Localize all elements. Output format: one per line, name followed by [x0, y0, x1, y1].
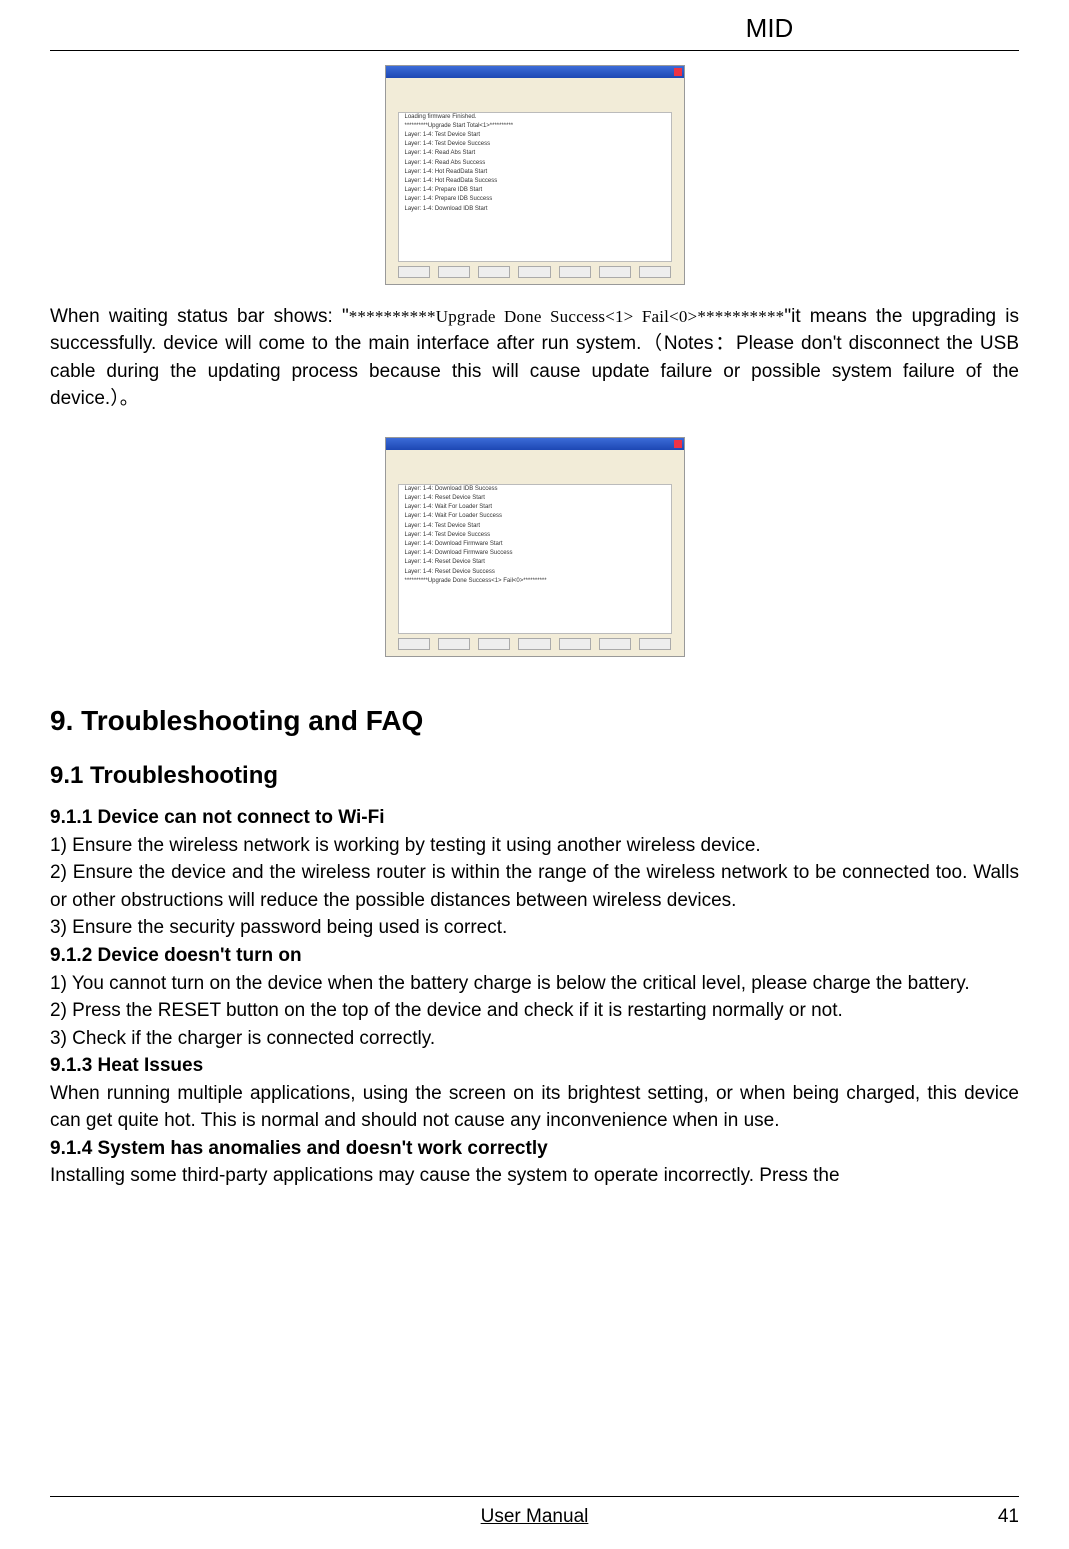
para-prefix: When waiting status bar shows: " — [50, 306, 349, 327]
item-line: Installing some third-party applications… — [50, 1162, 1019, 1190]
item-line: When running multiple applications, usin… — [50, 1080, 1019, 1135]
close-icon — [674, 440, 682, 448]
item-title-9-1-2: 9.1.2 Device doesn't turn on — [50, 945, 302, 966]
window-button — [639, 266, 671, 278]
log-line: Layer: 1-4: Download IDB Success — [399, 485, 671, 494]
log-line: Layer: 1-4: Wait For Loader Success — [399, 512, 671, 521]
window-button — [559, 638, 591, 650]
upgrade-instruction-paragraph: When waiting status bar shows: "********… — [50, 303, 1019, 413]
page-number: 41 — [979, 1503, 1019, 1531]
window-button — [398, 638, 430, 650]
page-footer: User Manual 41 — [50, 1496, 1019, 1531]
log-line: Layer: 1-4: Reset Device Start — [399, 494, 671, 503]
window-button-row — [398, 266, 672, 280]
log-line: Layer: 1-4: Hot ReadData Success — [399, 177, 671, 186]
log-line: **********Upgrade Start Total<1>********… — [399, 122, 671, 131]
item-line: 1) You cannot turn on the device when th… — [50, 970, 1019, 998]
log-line: Loading firmware Finished. — [399, 113, 671, 122]
item-title-9-1-4: 9.1.4 System has anomalies and doesn't w… — [50, 1138, 548, 1159]
window-top-fields — [398, 84, 672, 108]
screenshot-upgrade-progress-1: Loading firmware Finished. **********Upg… — [385, 65, 685, 285]
log-line: Layer: 1-4: Reset Device Start — [399, 558, 671, 567]
log-panel: Loading firmware Finished. **********Upg… — [398, 112, 672, 262]
log-line: Layer: 1-4: Test Device Start — [399, 131, 671, 140]
window-button — [398, 266, 430, 278]
window-button — [438, 266, 470, 278]
window-button — [518, 638, 550, 650]
close-icon — [674, 68, 682, 76]
window-button — [639, 638, 671, 650]
item-line: 3) Check if the charger is connected cor… — [50, 1025, 1019, 1053]
log-line: Layer: 1-4: Read Abs Start — [399, 149, 671, 158]
troubleshooting-body: 9.1.1 Device can not connect to Wi-Fi 1)… — [50, 804, 1019, 1190]
footer-divider — [50, 1496, 1019, 1497]
window-button — [438, 638, 470, 650]
log-line: Layer: 1-4: Prepare IDB Success — [399, 195, 671, 204]
log-panel: Layer: 1-4: Download IDB Success Layer: … — [398, 484, 672, 634]
window-button — [559, 266, 591, 278]
log-line: Layer: 1-4: Prepare IDB Start — [399, 186, 671, 195]
log-line: Layer: 1-4: Read Abs Success — [399, 159, 671, 168]
window-body: Layer: 1-4: Download IDB Success Layer: … — [386, 450, 684, 656]
window-titlebar — [386, 66, 684, 78]
item-line: 3) Ensure the security password being us… — [50, 914, 1019, 942]
log-line: Layer: 1-4: Test Device Success — [399, 531, 671, 540]
window-titlebar — [386, 438, 684, 450]
screenshot-upgrade-progress-2: Layer: 1-4: Download IDB Success Layer: … — [385, 437, 685, 657]
window-button — [518, 266, 550, 278]
window-button — [599, 638, 631, 650]
log-line: Layer: 1-4: Test Device Success — [399, 140, 671, 149]
item-line: 1) Ensure the wireless network is workin… — [50, 832, 1019, 860]
subsection-heading-9-1: 9.1 Troubleshooting — [50, 759, 1019, 794]
item-line: 2) Press the RESET button on the top of … — [50, 997, 1019, 1025]
log-line: Layer: 1-4: Download Firmware Success — [399, 549, 671, 558]
page-header-title: MID — [50, 10, 1019, 48]
window-button-row — [398, 638, 672, 652]
item-title-9-1-3: 9.1.3 Heat Issues — [50, 1055, 203, 1076]
section-heading-troubleshooting: 9. Troubleshooting and FAQ — [50, 701, 1019, 742]
log-line: Layer: 1-4: Test Device Start — [399, 522, 671, 531]
log-line: Layer: 1-4: Hot ReadData Start — [399, 168, 671, 177]
header-divider — [50, 50, 1019, 51]
item-line: 2) Ensure the device and the wireless ro… — [50, 859, 1019, 914]
window-button — [478, 638, 510, 650]
window-body: Loading firmware Finished. **********Upg… — [386, 78, 684, 284]
upgrade-done-status: **********Upgrade Done Success<1> Fail<0… — [349, 307, 785, 326]
footer-label: User Manual — [90, 1503, 979, 1531]
item-title-9-1-1: 9.1.1 Device can not connect to Wi-Fi — [50, 807, 385, 828]
log-line: Layer: 1-4: Reset Device Success — [399, 568, 671, 577]
log-line: Layer: 1-4: Download IDB Start — [399, 205, 671, 214]
log-line: **********Upgrade Done Success<1> Fail<0… — [399, 577, 671, 586]
log-line: Layer: 1-4: Download Firmware Start — [399, 540, 671, 549]
window-top-fields — [398, 456, 672, 480]
log-line: Layer: 1-4: Wait For Loader Start — [399, 503, 671, 512]
window-button — [599, 266, 631, 278]
window-button — [478, 266, 510, 278]
